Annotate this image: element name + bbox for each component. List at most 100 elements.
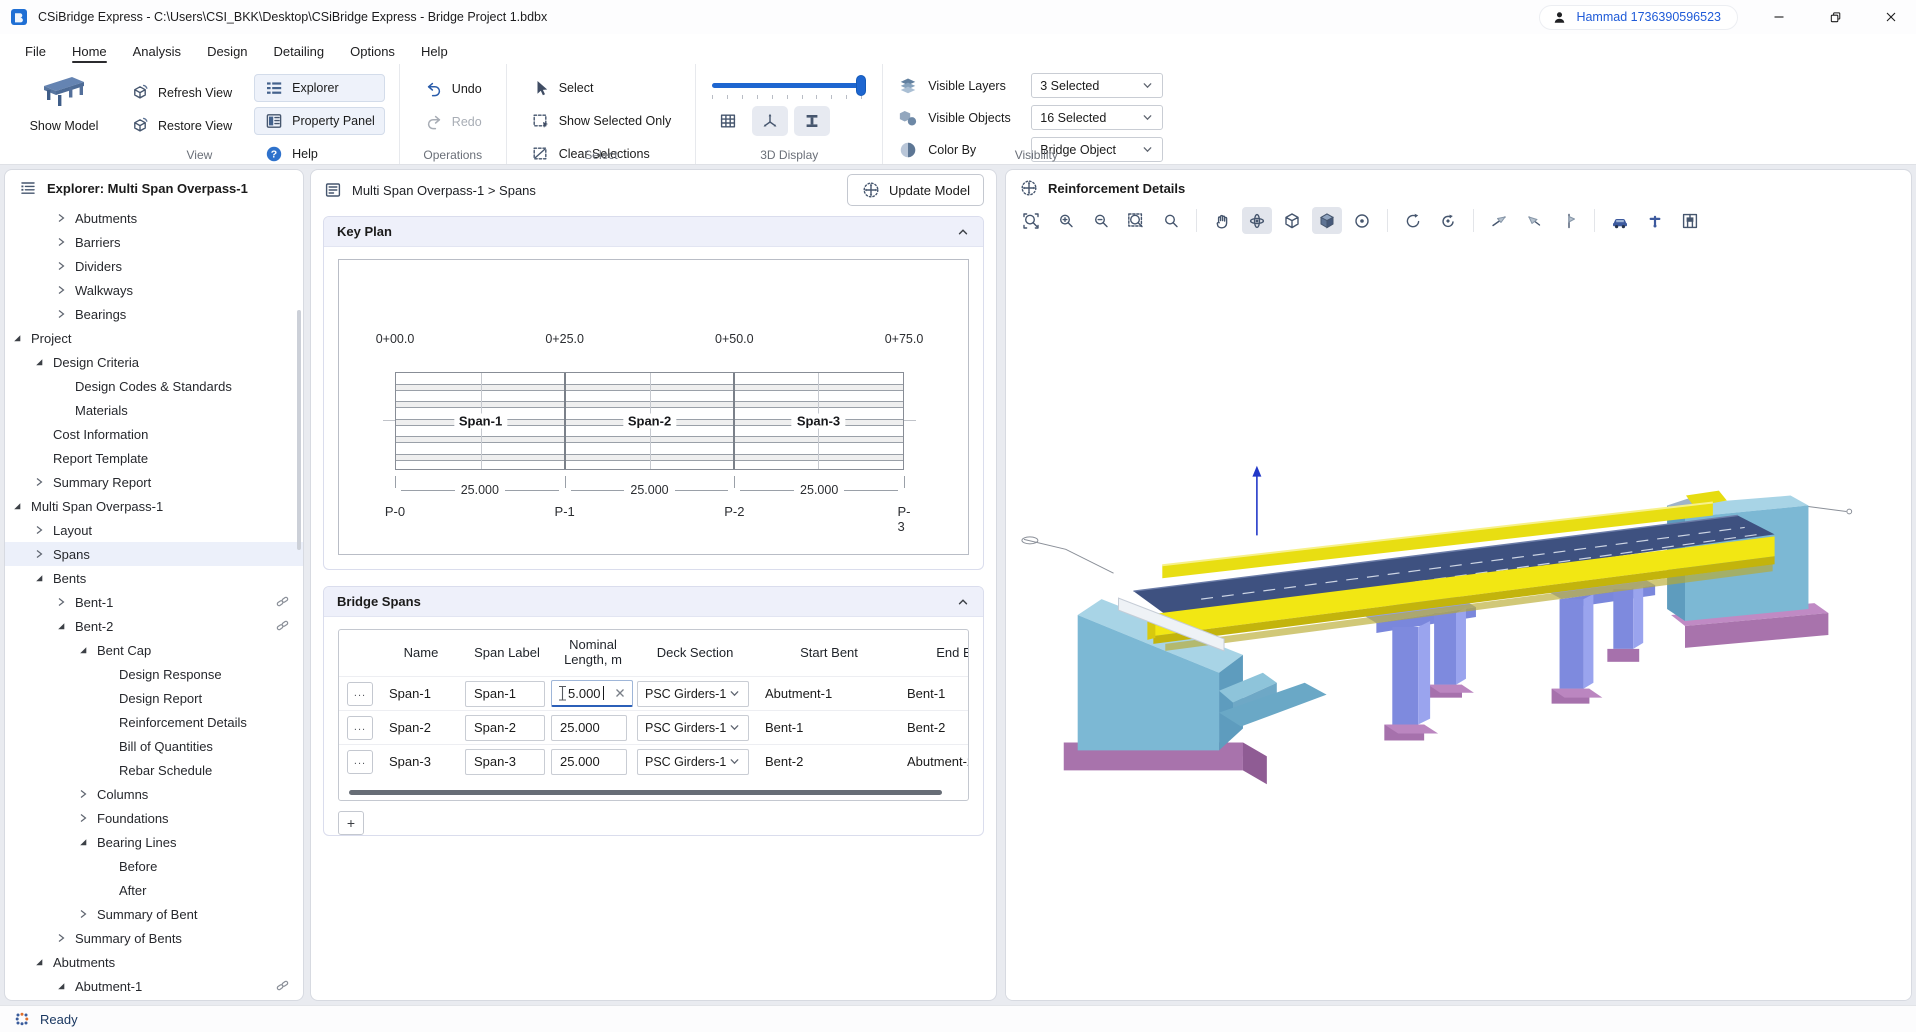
property-panel-toggle-button[interactable]: Property Panel (254, 107, 385, 135)
tree-item-bearings[interactable]: Bearings (5, 302, 303, 326)
tree-scrollbar[interactable] (297, 310, 301, 550)
caret-collapsed-icon[interactable] (55, 284, 75, 296)
table-horizontal-scrollbar[interactable] (349, 790, 942, 795)
caret-collapsed-icon[interactable] (55, 932, 75, 944)
tree-item-summary-of-bents[interactable]: Summary of Bents (5, 926, 303, 950)
tree-item-abutment-1[interactable]: Abutment-1 (5, 974, 303, 998)
nominal-length-input[interactable]: 25.000 (551, 749, 627, 775)
add-span-button[interactable]: + (338, 811, 364, 835)
tree-item-design-report[interactable]: Design Report (5, 686, 303, 710)
caret-expanded-icon[interactable] (33, 956, 53, 968)
rotate-axis-button[interactable] (1433, 207, 1463, 234)
nominal-length-input[interactable]: 25.000 (551, 715, 627, 741)
shaded-view-button[interactable] (1312, 207, 1342, 234)
zoom-out-button[interactable] (1086, 207, 1116, 234)
tree-item-bent-1[interactable]: Bent-1 (5, 590, 303, 614)
display-slider-thumb[interactable] (856, 75, 866, 96)
close-button[interactable] (1876, 4, 1906, 30)
tree-item-bent-wall[interactable]: Bent Wall (5, 998, 303, 1000)
overhead-view-button[interactable] (1640, 207, 1670, 234)
caret-expanded-icon[interactable] (55, 620, 75, 632)
tree-item-rebar-schedule[interactable]: Rebar Schedule (5, 758, 303, 782)
view-plane-a-button[interactable] (1484, 207, 1514, 234)
tree-item-walkways[interactable]: Walkways (5, 278, 303, 302)
view-cube-button[interactable] (1277, 207, 1307, 234)
tree-item-summary-of-bent[interactable]: Summary of Bent (5, 902, 303, 926)
user-account-button[interactable]: Hammad 1736390596523 (1539, 5, 1738, 30)
tree-item-bents[interactable]: Bents (5, 566, 303, 590)
menu-home[interactable]: Home (61, 39, 118, 64)
update-model-button[interactable]: Update Model (847, 174, 984, 206)
girder-display-button[interactable] (794, 106, 830, 136)
caret-collapsed-icon[interactable] (77, 908, 97, 920)
caret-expanded-icon[interactable] (11, 500, 31, 512)
caret-collapsed-icon[interactable] (55, 212, 75, 224)
tree-item-cost-information[interactable]: Cost Information (5, 422, 303, 446)
perspective-button[interactable] (1347, 207, 1377, 234)
view-plane-c-button[interactable] (1554, 207, 1584, 234)
tree-item-bill-of-quantities[interactable]: Bill of Quantities (5, 734, 303, 758)
caret-collapsed-icon[interactable] (77, 812, 97, 824)
nominal-length-input-editing[interactable]: 5.000 (551, 680, 633, 707)
caret-collapsed-icon[interactable] (55, 596, 75, 608)
tree-item-bent-2[interactable]: Bent-2 (5, 614, 303, 638)
display-slider[interactable] (712, 83, 862, 88)
caret-expanded-icon[interactable] (77, 644, 97, 656)
tree-item-abutments[interactable]: Abutments (5, 950, 303, 974)
menu-analysis[interactable]: Analysis (122, 39, 192, 64)
redo-button[interactable]: Redo (414, 108, 492, 136)
rotate-button[interactable] (1398, 207, 1428, 234)
menu-detailing[interactable]: Detailing (263, 39, 336, 64)
menu-file[interactable]: File (14, 39, 57, 64)
caret-expanded-icon[interactable] (33, 572, 53, 584)
tree-item-before[interactable]: Before (5, 854, 303, 878)
minimize-button[interactable] (1764, 4, 1794, 30)
tree-item-spans[interactable]: Spans (5, 542, 303, 566)
tree-item-barriers[interactable]: Barriers (5, 230, 303, 254)
span-label-input[interactable]: Span-3 (465, 749, 545, 775)
zoom-window-button[interactable] (1121, 207, 1151, 234)
bridge-spans-header[interactable]: Bridge Spans (324, 587, 983, 617)
tree-item-layout[interactable]: Layout (5, 518, 303, 542)
deck-section-dropdown[interactable]: PSC Girders-1 (637, 715, 749, 741)
vehicle-view-button[interactable] (1605, 207, 1635, 234)
caret-expanded-icon[interactable] (11, 332, 31, 344)
span-label-input[interactable]: Span-2 (465, 715, 545, 741)
extrude-display-button[interactable] (752, 106, 788, 136)
caret-collapsed-icon[interactable] (33, 476, 53, 488)
caret-expanded-icon[interactable] (77, 836, 97, 848)
restore-button[interactable] (1820, 4, 1850, 30)
tree-item-reinforcement-details[interactable]: Reinforcement Details (5, 710, 303, 734)
clear-input-icon[interactable] (614, 687, 626, 699)
caret-collapsed-icon[interactable] (77, 788, 97, 800)
tree-item-design-response[interactable]: Design Response (5, 662, 303, 686)
caret-collapsed-icon[interactable] (55, 236, 75, 248)
span-label-input[interactable]: Span-1 (465, 681, 545, 707)
show-model-button[interactable]: Show Model (20, 71, 108, 133)
tree-item-abutments[interactable]: Abutments (5, 206, 303, 230)
tree-item-multi-span-overpass-1[interactable]: Multi Span Overpass-1 (5, 494, 303, 518)
view-plane-b-button[interactable] (1519, 207, 1549, 234)
refresh-view-button[interactable]: Refresh View (120, 79, 242, 107)
zoom-in-button[interactable] (1051, 207, 1081, 234)
tree-item-dividers[interactable]: Dividers (5, 254, 303, 278)
tree-item-bearing-lines[interactable]: Bearing Lines (5, 830, 303, 854)
visible-layers-dropdown[interactable]: 3 Selected (1031, 73, 1163, 98)
tree-item-bent-cap[interactable]: Bent Cap (5, 638, 303, 662)
tree-item-project[interactable]: Project (5, 326, 303, 350)
tree-item-summary-report[interactable]: Summary Report (5, 470, 303, 494)
restore-view-button[interactable]: Restore View (120, 112, 242, 140)
pan-button[interactable] (1207, 207, 1237, 234)
caret-collapsed-icon[interactable] (55, 308, 75, 320)
tree-item-design-criteria[interactable]: Design Criteria (5, 350, 303, 374)
caret-collapsed-icon[interactable] (55, 260, 75, 272)
visible-objects-dropdown[interactable]: 16 Selected (1031, 105, 1163, 130)
row-options-button[interactable]: ... (347, 750, 373, 774)
undo-button[interactable]: Undo (414, 75, 492, 103)
row-options-button[interactable]: ... (347, 716, 373, 740)
tree-item-after[interactable]: After (5, 878, 303, 902)
caret-expanded-icon[interactable] (33, 356, 53, 368)
row-options-button[interactable]: ... (347, 682, 373, 706)
menu-options[interactable]: Options (339, 39, 406, 64)
menu-help[interactable]: Help (410, 39, 459, 64)
